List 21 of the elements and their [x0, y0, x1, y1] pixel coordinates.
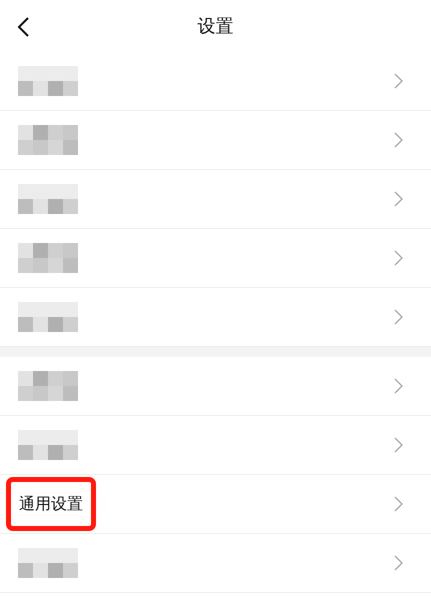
pixelated-label: [18, 371, 78, 401]
chevron-right-icon: [394, 378, 403, 394]
pixelated-label: [18, 243, 78, 273]
chevron-right-icon: [394, 250, 403, 266]
settings-row[interactable]: 通用设置: [0, 475, 431, 534]
chevron-right-icon: [394, 496, 403, 512]
chevron-right-icon: [394, 191, 403, 207]
chevron-right-icon: [394, 132, 403, 148]
chevron-right-icon: [394, 73, 403, 89]
chevron-right-icon: [394, 437, 403, 453]
pixelated-label: [18, 184, 78, 214]
pixelated-label: [18, 302, 78, 332]
pixelated-label: [18, 548, 78, 578]
chevron-right-icon: [394, 555, 403, 571]
row-label: 通用设置: [19, 494, 83, 513]
page-title: 设置: [198, 14, 234, 38]
pixelated-label: [18, 66, 78, 96]
pixelated-label: [18, 125, 78, 155]
pixelated-label: [18, 430, 78, 460]
chevron-right-icon: [394, 309, 403, 325]
back-icon: [16, 16, 30, 38]
